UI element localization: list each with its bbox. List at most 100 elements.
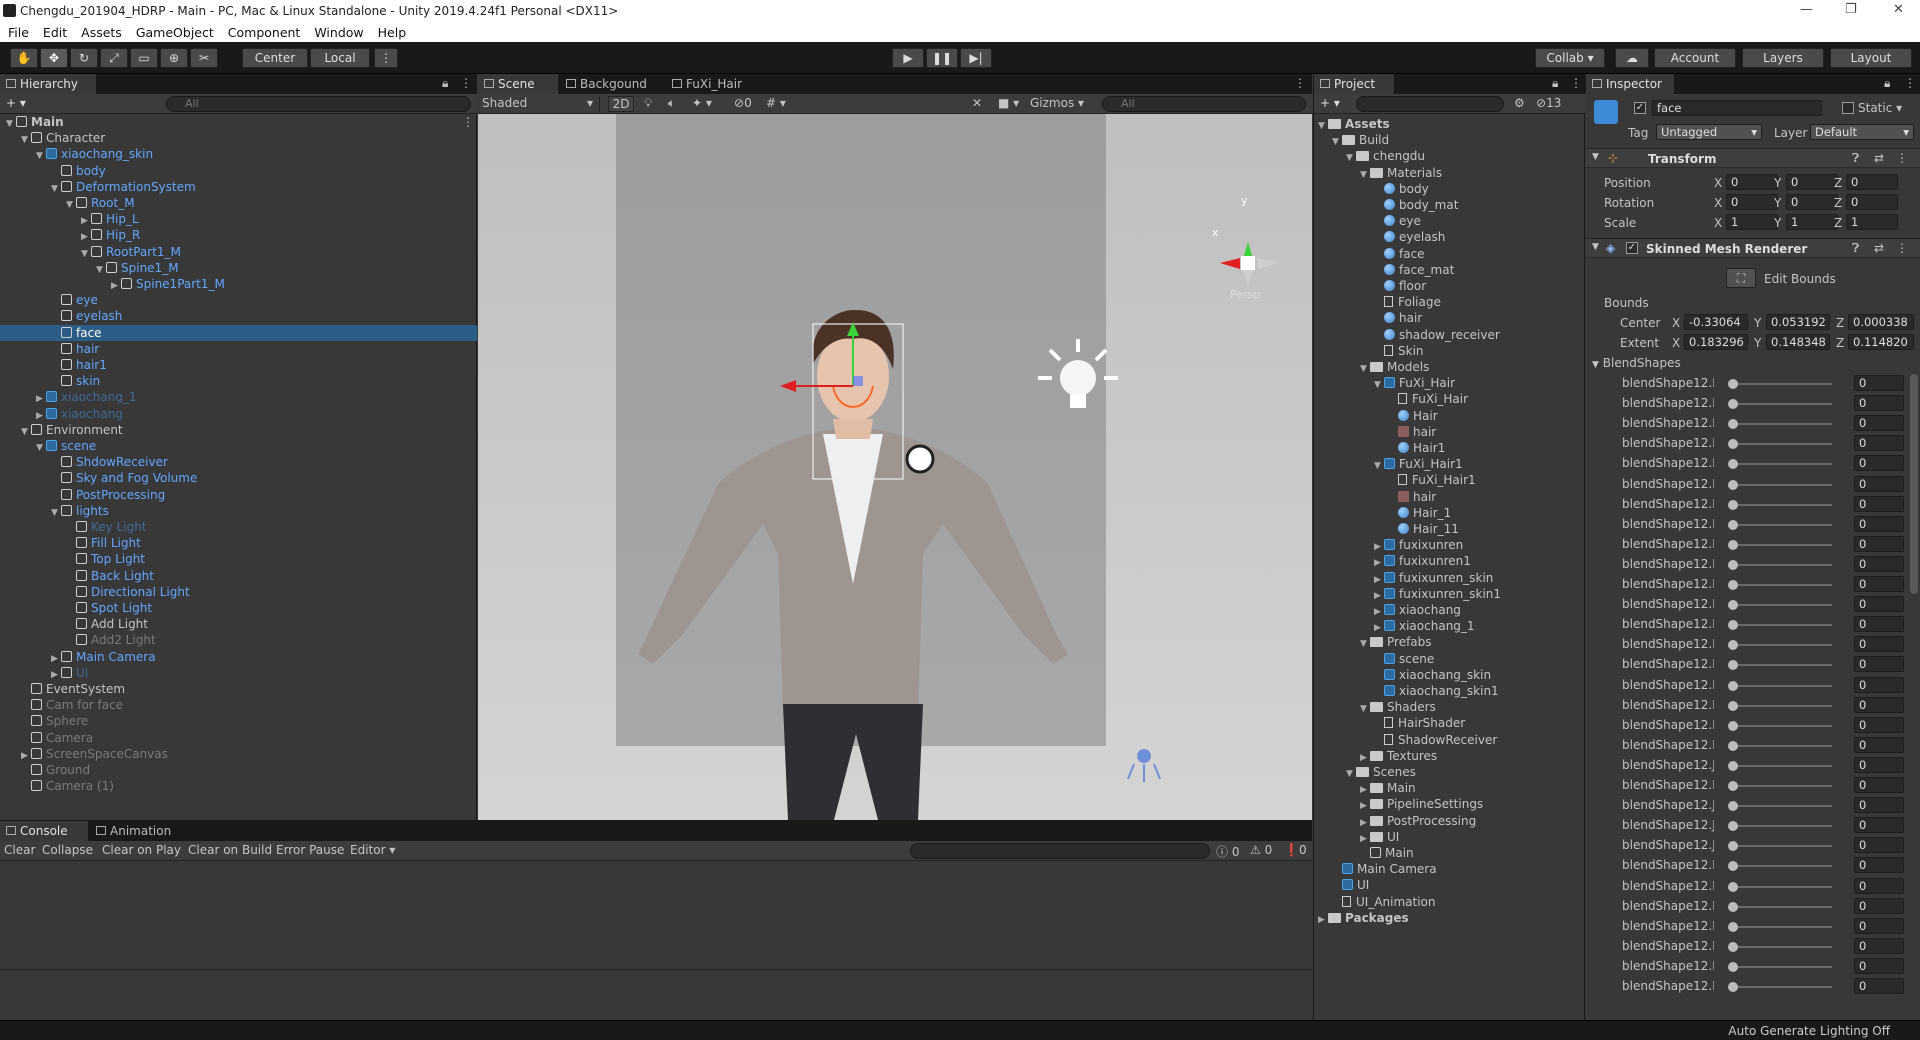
blendshape-slider-knob[interactable] xyxy=(1728,921,1738,932)
blendshape-slider-track[interactable] xyxy=(1732,704,1832,707)
list-item[interactable]: UI_Animation xyxy=(1314,894,1586,910)
rotate-tool-icon[interactable]: ↻ xyxy=(70,48,98,68)
list-item[interactable]: ▼ xiaochang_skin xyxy=(0,146,477,162)
blendshape-slider-knob[interactable] xyxy=(1728,379,1738,389)
list-item[interactable]: body xyxy=(1314,181,1586,197)
blendshape-value-field[interactable]: 0 xyxy=(1854,797,1904,814)
list-item[interactable]: Main xyxy=(1314,845,1586,861)
lighting-toggle-icon[interactable]: 💡︎ xyxy=(644,96,652,111)
edit-bounds-button[interactable]: ⛶ xyxy=(1726,268,1756,288)
help-icon[interactable]: ❓︎ xyxy=(1852,151,1859,166)
log-count-toggle[interactable]: ⓘ 0 xyxy=(1216,843,1239,860)
list-item[interactable]: body xyxy=(0,163,477,179)
active-checkbox[interactable]: ✓ xyxy=(1634,102,1646,114)
blendshape-slider-track[interactable] xyxy=(1732,825,1832,828)
list-item[interactable]: ▼ Shaders xyxy=(1314,699,1586,715)
blendshape-slider-track[interactable] xyxy=(1732,463,1832,466)
list-item[interactable]: ▶ UI xyxy=(0,665,477,681)
hidden-packages-icon[interactable]: ⊘13 xyxy=(1536,96,1561,110)
list-item[interactable]: ▼ Main xyxy=(0,114,477,130)
blendshape-slider-track[interactable] xyxy=(1732,403,1832,406)
scene-menu-icon[interactable]: ⋮ xyxy=(462,114,474,130)
list-item[interactable]: ▶ PostProcessing xyxy=(1314,813,1586,829)
blendshape-slider-knob[interactable] xyxy=(1728,620,1738,631)
list-item[interactable]: Cam for face xyxy=(0,697,477,713)
panel-menu-icon[interactable]: ⋮ xyxy=(1904,76,1916,90)
list-item[interactable]: eyelash xyxy=(1314,229,1586,245)
camera-dropdown-icon[interactable]: ■ ▾ xyxy=(998,96,1019,110)
filter-type-icon[interactable]: ⚙ xyxy=(1514,96,1525,110)
list-item[interactable]: UI xyxy=(1314,877,1586,893)
list-item[interactable]: scene xyxy=(1314,651,1586,667)
panel-menu-icon[interactable]: ⋮ xyxy=(1294,76,1306,90)
list-item[interactable]: ▼ Build xyxy=(1314,132,1586,148)
blendshape-slider-track[interactable] xyxy=(1732,543,1832,546)
list-item[interactable]: Sphere xyxy=(0,713,477,729)
blendshape-slider-knob[interactable] xyxy=(1728,539,1738,550)
close-button[interactable]: ✕ xyxy=(1893,2,1904,17)
blendshape-value-field[interactable]: 0 xyxy=(1854,917,1904,934)
list-item[interactable]: ▼ Character xyxy=(0,130,477,146)
spot-light-gizmo-icon[interactable] xyxy=(1127,749,1161,782)
audio-toggle-icon[interactable]: 🔈︎ xyxy=(668,96,675,111)
panel-menu-icon[interactable]: ⋮ xyxy=(1570,76,1582,90)
list-item[interactable]: ▶ Hip_L xyxy=(0,211,477,227)
list-item[interactable]: ▼ Models xyxy=(1314,359,1586,375)
custom-tool-icon[interactable]: ✂ xyxy=(190,48,218,68)
extent-y-field[interactable]: 0.148348 xyxy=(1766,334,1830,350)
transform-rotation-z-field[interactable]: 0 xyxy=(1846,194,1898,210)
blendshape-value-field[interactable]: 0 xyxy=(1854,937,1904,954)
list-item[interactable]: Spot Light xyxy=(0,600,477,616)
blendshape-slider-knob[interactable] xyxy=(1728,680,1738,691)
account-dropdown[interactable]: Account xyxy=(1654,48,1736,68)
blendshape-value-field[interactable]: 0 xyxy=(1854,495,1904,512)
list-item[interactable]: ▼ lights xyxy=(0,503,477,519)
transform-tool-icon[interactable]: ⊕ xyxy=(160,48,188,68)
blendshape-slider-knob[interactable] xyxy=(1728,519,1738,530)
blendshape-slider-track[interactable] xyxy=(1732,423,1832,426)
list-item[interactable]: ▶ Hip_R xyxy=(0,227,477,243)
list-item[interactable]: Fill Light xyxy=(0,535,477,551)
blendshape-slider-track[interactable] xyxy=(1732,905,1832,908)
tab-scene[interactable]: Scene xyxy=(478,74,558,94)
list-item[interactable]: ▶ fuxixunren xyxy=(1314,537,1586,553)
scene-viewport[interactable]: y x Persp xyxy=(478,114,1312,820)
blendshape-slider-track[interactable] xyxy=(1732,764,1832,767)
list-item[interactable]: Key Light xyxy=(0,519,477,535)
list-item[interactable]: ▼ FuXi_Hair1 xyxy=(1314,456,1586,472)
menu-help[interactable]: Help xyxy=(378,25,407,40)
blendshape-value-field[interactable]: 0 xyxy=(1854,555,1904,572)
list-item[interactable]: Camera (1) xyxy=(0,778,477,794)
2d-toggle[interactable]: 2D xyxy=(608,96,634,112)
tab-animation[interactable]: Animation xyxy=(90,821,190,841)
presets-icon[interactable]: ⇄ xyxy=(1874,151,1884,165)
list-item[interactable]: face xyxy=(1314,246,1586,262)
blendshape-slider-track[interactable] xyxy=(1732,885,1832,888)
minimize-button[interactable]: — xyxy=(1800,2,1813,17)
list-item[interactable]: body_mat xyxy=(1314,197,1586,213)
layout-dropdown[interactable]: Layout xyxy=(1830,48,1912,68)
blendshape-slider-knob[interactable] xyxy=(1728,841,1738,852)
editor-dropdown[interactable]: Editor ▾ xyxy=(350,843,395,857)
list-item[interactable]: ▶ xiaochang xyxy=(0,406,477,422)
blendshape-slider-knob[interactable] xyxy=(1728,459,1738,470)
blendshape-slider-knob[interactable] xyxy=(1728,781,1738,791)
blendshape-slider-knob[interactable] xyxy=(1728,439,1738,450)
blendshape-value-field[interactable]: 0 xyxy=(1854,696,1904,713)
list-item[interactable]: ▶ UI xyxy=(1314,829,1586,845)
tab-hierarchy[interactable]: Hierarchy xyxy=(0,74,96,94)
gameobject-name-input[interactable]: face xyxy=(1652,100,1822,116)
clear-on-play-button[interactable]: Clear on Play xyxy=(102,843,181,857)
layer-dropdown[interactable]: Default ▾ xyxy=(1810,124,1914,140)
orientation-gizmo-icon[interactable] xyxy=(1220,242,1278,286)
list-item[interactable]: Camera xyxy=(0,730,477,746)
transform-rotation-y-field[interactable]: 0 xyxy=(1786,194,1838,210)
collapse-button[interactable]: Collapse xyxy=(42,843,93,857)
blendshape-slider-knob[interactable] xyxy=(1728,961,1738,972)
list-item[interactable]: ▼ RootPart1_M xyxy=(0,244,477,260)
list-item[interactable]: ▶ Main Camera xyxy=(0,649,477,665)
blendshape-value-field[interactable]: 0 xyxy=(1854,515,1904,532)
list-item[interactable]: FuXi_Hair1 xyxy=(1314,472,1586,488)
list-item[interactable]: ▼ Environment xyxy=(0,422,477,438)
blendshape-slider-track[interactable] xyxy=(1732,945,1832,948)
